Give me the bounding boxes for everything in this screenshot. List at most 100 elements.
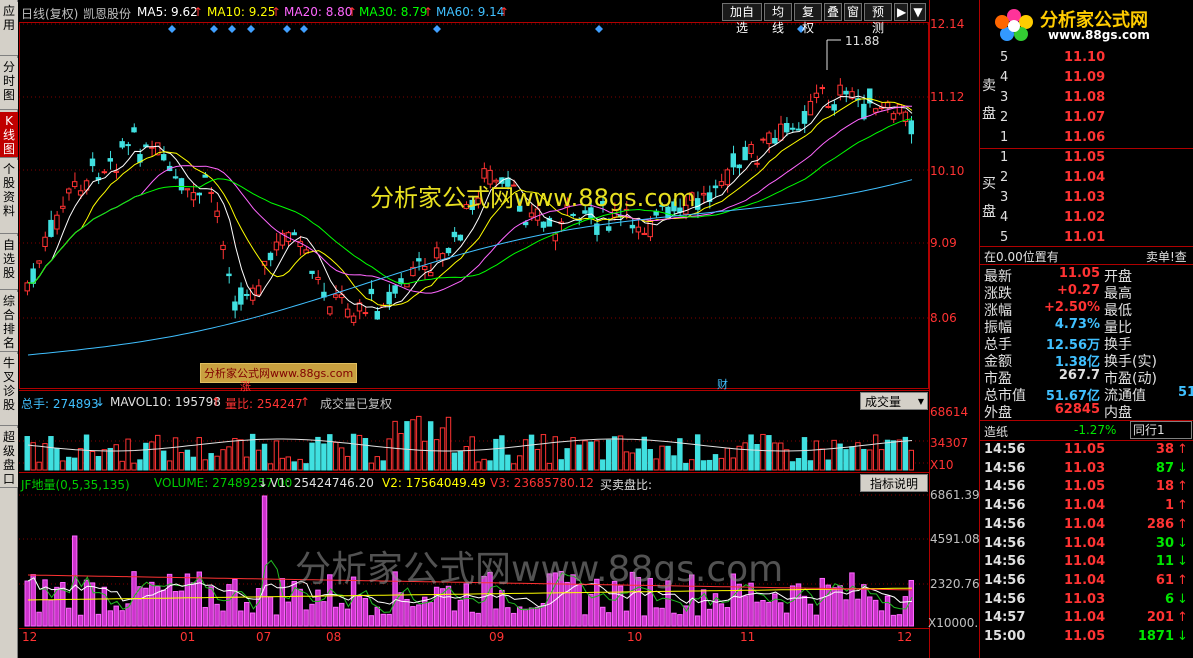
indicator-name[interactable]: JF地量(0,5,35,135) xyxy=(21,476,130,493)
left-tab-5[interactable]: 综合排名 xyxy=(0,292,18,352)
candle-body xyxy=(350,315,357,323)
volume-bar xyxy=(113,444,119,471)
left-tab-1[interactable]: 分时图 xyxy=(0,58,18,110)
ma-line-button[interactable]: 均线 xyxy=(764,3,792,35)
volume-bar xyxy=(778,442,784,471)
indicator-bar xyxy=(249,612,256,627)
indicator-bar xyxy=(149,581,155,627)
volume-bar xyxy=(742,442,748,471)
arrow-down-icon: ↓ xyxy=(1177,629,1188,644)
volume-bar xyxy=(819,448,825,471)
volume-bar xyxy=(641,436,647,471)
indicator-v2: V2: 17564049.49 xyxy=(382,476,486,490)
buy-price[interactable]: 11.05 xyxy=(1064,150,1105,165)
sell-price[interactable]: 11.08 xyxy=(1064,90,1105,105)
volume-bar xyxy=(427,421,434,471)
more-arrow-icon[interactable]: ▶ xyxy=(894,3,908,21)
window-button[interactable]: 窗 xyxy=(844,3,862,21)
indicator-bar xyxy=(166,573,173,627)
restore-button[interactable]: 复权 xyxy=(794,3,822,35)
volume-bar xyxy=(273,440,280,471)
x-axis-label: 12 xyxy=(897,630,913,644)
left-tab-0[interactable]: 应用 xyxy=(0,2,18,56)
tick-time: 14:56 xyxy=(984,498,1026,514)
candle-body xyxy=(36,260,42,264)
volume-bar xyxy=(137,459,143,471)
sell-price[interactable]: 11.10 xyxy=(1064,50,1105,65)
left-tab-2[interactable]: K线图 xyxy=(0,112,18,158)
candle-body xyxy=(861,103,867,120)
volume-bar xyxy=(184,449,191,471)
candle-body xyxy=(766,132,772,145)
add-watchlist-button[interactable]: 加自选 xyxy=(722,3,762,35)
volume-total: 总手: 274893 xyxy=(21,397,99,411)
peer-tab[interactable]: 同行1 xyxy=(1130,421,1192,439)
volume-bar xyxy=(754,444,760,471)
x-axis-label: 10 xyxy=(627,630,643,644)
volume-type-select[interactable]: 成交量 ▼ xyxy=(860,392,928,410)
candle-body xyxy=(629,224,636,229)
left-tab-7[interactable]: 超级盘口 xyxy=(0,428,18,488)
indicator-bar xyxy=(718,603,725,627)
sell-order-link[interactable]: 卖单!查 xyxy=(1146,248,1187,265)
arrow-down-icon: ↓ xyxy=(258,476,269,490)
volume-bar xyxy=(143,442,149,471)
sell-price[interactable]: 11.09 xyxy=(1064,70,1105,85)
volume-bar xyxy=(789,461,796,471)
buy-price[interactable]: 11.04 xyxy=(1064,170,1105,185)
overlay-button[interactable]: 叠 xyxy=(824,3,842,21)
volume-bar xyxy=(380,460,386,471)
left-tab-4[interactable]: 自选股 xyxy=(0,236,18,290)
tick-volume: 61 xyxy=(1155,572,1174,588)
arrow-up-icon: ↑ xyxy=(211,395,222,409)
volume-bar xyxy=(202,459,208,471)
candle-body xyxy=(760,138,766,141)
dropdown-icon[interactable]: ▼ xyxy=(910,3,926,21)
volume-bar xyxy=(261,443,268,471)
candle-body xyxy=(101,171,108,174)
tick-volume: 18 xyxy=(1155,479,1174,495)
event-mark-finance[interactable]: 财 xyxy=(717,376,728,392)
indicator-help-button[interactable]: 指标说明 xyxy=(860,474,928,492)
candle-body xyxy=(172,176,179,179)
left-tab-6[interactable]: 牛叉诊股 xyxy=(0,354,18,426)
volume-bar xyxy=(481,458,487,471)
sell-price[interactable]: 11.07 xyxy=(1064,110,1105,125)
indicator-bar xyxy=(801,595,808,627)
buy-price[interactable]: 11.01 xyxy=(1064,230,1105,245)
volume-bar xyxy=(487,460,493,471)
buy-price[interactable]: 11.03 xyxy=(1064,190,1105,205)
candle-body xyxy=(552,233,558,242)
volume-bar xyxy=(588,441,594,471)
sector-name[interactable]: 造纸 xyxy=(984,423,1008,440)
indicator-bar xyxy=(338,602,345,627)
candle-body xyxy=(451,231,458,238)
tick-time: 14:57 xyxy=(984,610,1026,626)
candle-body xyxy=(404,283,410,288)
indicator-axis-label: 4591.08 xyxy=(930,532,980,546)
arrow-up-icon: ↑ xyxy=(193,5,204,19)
indicator-bar xyxy=(867,596,873,627)
tick-volume: 286 xyxy=(1146,516,1174,532)
tick-price: 11.03 xyxy=(1064,591,1106,607)
quote-label: 外盘 xyxy=(984,405,1012,421)
indicator-v1: V1: 25424746.20 xyxy=(270,476,374,490)
forecast-button[interactable]: 预测 xyxy=(864,3,892,35)
buy-price[interactable]: 11.02 xyxy=(1064,210,1105,225)
volume-bar xyxy=(89,450,96,471)
volume-bar xyxy=(878,449,885,471)
chart-title: 日线(复权) xyxy=(21,7,79,21)
tick-price: 11.04 xyxy=(1064,516,1106,532)
indicator-bar xyxy=(77,614,84,627)
indicator-bar xyxy=(475,612,481,627)
indicator-bar xyxy=(36,611,42,627)
x-axis-label: 09 xyxy=(489,630,505,644)
divider xyxy=(980,264,1193,265)
tick-volume: 87 xyxy=(1155,460,1174,476)
volume-bar xyxy=(831,439,837,471)
tick-price: 11.05 xyxy=(1064,442,1106,457)
left-tab-3[interactable]: 个股资料 xyxy=(0,160,18,234)
event-mark-rise[interactable]: 涨 xyxy=(240,378,251,394)
sell-level: 4 xyxy=(1000,70,1009,85)
sell-price[interactable]: 11.06 xyxy=(1064,130,1105,145)
